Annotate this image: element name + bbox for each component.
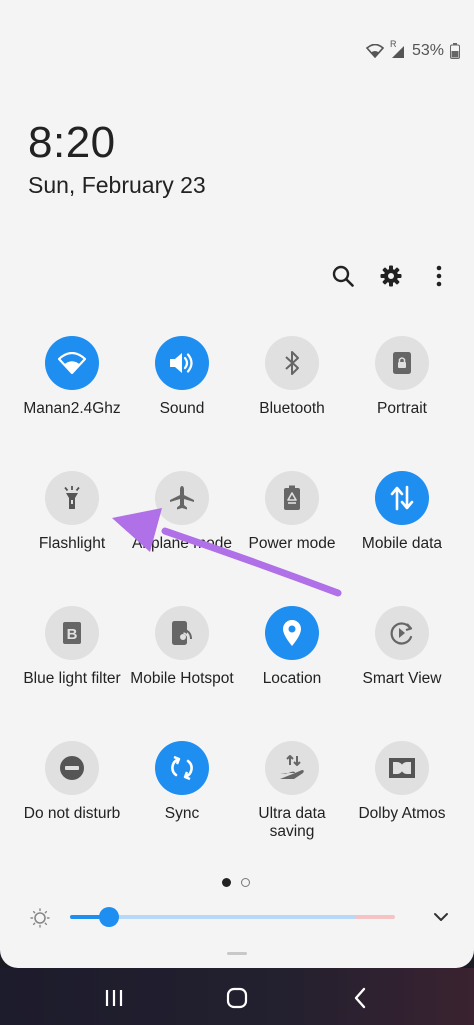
location-pin-icon[interactable] [265, 606, 319, 660]
data-saving-icon[interactable] [265, 741, 319, 795]
tile-label: Bluetooth [259, 400, 325, 417]
recent-apps-icon[interactable] [102, 986, 126, 1010]
tile-location[interactable]: Location [237, 606, 347, 741]
quick-tiles-grid: Manan2.4Ghz Sound Bluetooth Portrait Fla… [17, 336, 457, 876]
tile-label: Power mode [248, 535, 336, 552]
tile-label: Mobile data [361, 535, 443, 552]
tile-label: Manan2.4Ghz [23, 400, 121, 417]
page-indicator [222, 878, 250, 887]
tile-label: Smart View [362, 670, 442, 687]
tile-sound[interactable]: Sound [127, 336, 237, 471]
tile-label: Sync [164, 805, 200, 822]
cell-signal-icon: R [390, 39, 406, 59]
tile-label: Mobile Hotspot [130, 670, 234, 687]
airplane-icon[interactable] [155, 471, 209, 525]
battery-icon [450, 43, 460, 59]
tile-sync[interactable]: Sync [127, 741, 237, 876]
battery-recycle-icon[interactable] [265, 471, 319, 525]
tile-do-not-disturb[interactable]: Do not disturb [17, 741, 127, 876]
tile-label: Dolby Atmos [358, 805, 446, 822]
tile-label: Sound [159, 400, 205, 417]
panel-drag-handle[interactable] [227, 952, 247, 955]
portrait-lock-icon[interactable] [375, 336, 429, 390]
wifi-icon[interactable] [45, 336, 99, 390]
blue-light-filter-icon[interactable]: B [45, 606, 99, 660]
tile-power-mode[interactable]: Power mode [237, 471, 347, 606]
status-bar: R 53% [365, 39, 460, 60]
tile-label: Flashlight [38, 535, 106, 552]
search-icon[interactable] [332, 262, 354, 290]
gear-icon[interactable] [380, 262, 402, 290]
tile-label: Ultra data saving [258, 805, 326, 840]
tile-ultra-data-saving[interactable]: Ultra data saving [237, 741, 347, 876]
tile-dolby-atmos[interactable]: Dolby Atmos [347, 741, 457, 876]
tile-bluetooth[interactable]: Bluetooth [237, 336, 347, 471]
page-dot[interactable] [241, 878, 250, 887]
brightness-slider-thumb[interactable] [99, 907, 120, 927]
do-not-disturb-icon[interactable] [45, 741, 99, 795]
clock-date: Sun, February 23 [28, 172, 206, 198]
page-dot-active[interactable] [222, 878, 231, 887]
tile-mobile-data[interactable]: Mobile data [347, 471, 457, 606]
chevron-down-icon[interactable] [432, 908, 450, 931]
more-vert-icon[interactable] [428, 262, 450, 290]
tile-wifi[interactable]: Manan2.4Ghz [17, 336, 127, 471]
wifi-status-icon [365, 44, 384, 58]
tile-label: Portrait [377, 400, 427, 417]
tile-label: Do not disturb [23, 805, 121, 822]
back-icon[interactable] [348, 986, 372, 1010]
tile-label: Blue light filter [23, 670, 121, 687]
tile-flashlight[interactable]: Flashlight [17, 471, 127, 606]
quick-settings-panel: R 53% 8:20 Sun, February 23 Manan2.4Ghz [0, 0, 474, 968]
sync-icon[interactable] [155, 741, 209, 795]
tile-smart-view[interactable]: Smart View [347, 606, 457, 741]
tile-blue-light-filter[interactable]: B Blue light filter [17, 606, 127, 741]
battery-percent: 53% [411, 42, 444, 59]
bluetooth-icon[interactable] [265, 336, 319, 390]
tile-portrait[interactable]: Portrait [347, 336, 457, 471]
brightness-sun-icon [30, 908, 50, 933]
panel-toolbar [332, 262, 450, 290]
brightness-bar [30, 902, 450, 932]
hotspot-icon[interactable] [155, 606, 209, 660]
smart-view-icon[interactable] [375, 606, 429, 660]
tile-label: Location [262, 670, 322, 687]
dolby-icon[interactable] [375, 741, 429, 795]
svg-text:B: B [67, 626, 78, 643]
volume-icon[interactable] [155, 336, 209, 390]
flashlight-icon[interactable] [45, 471, 99, 525]
clock-time: 8:20 [28, 118, 116, 167]
tile-airplane[interactable]: Airplane mode [127, 471, 237, 606]
tile-mobile-hotspot[interactable]: Mobile Hotspot [127, 606, 237, 741]
roaming-label: R [389, 39, 397, 49]
home-icon[interactable] [225, 986, 249, 1010]
navigation-bar [0, 968, 474, 1025]
tile-label: Airplane mode [132, 535, 232, 552]
mobile-data-icon[interactable] [375, 471, 429, 525]
